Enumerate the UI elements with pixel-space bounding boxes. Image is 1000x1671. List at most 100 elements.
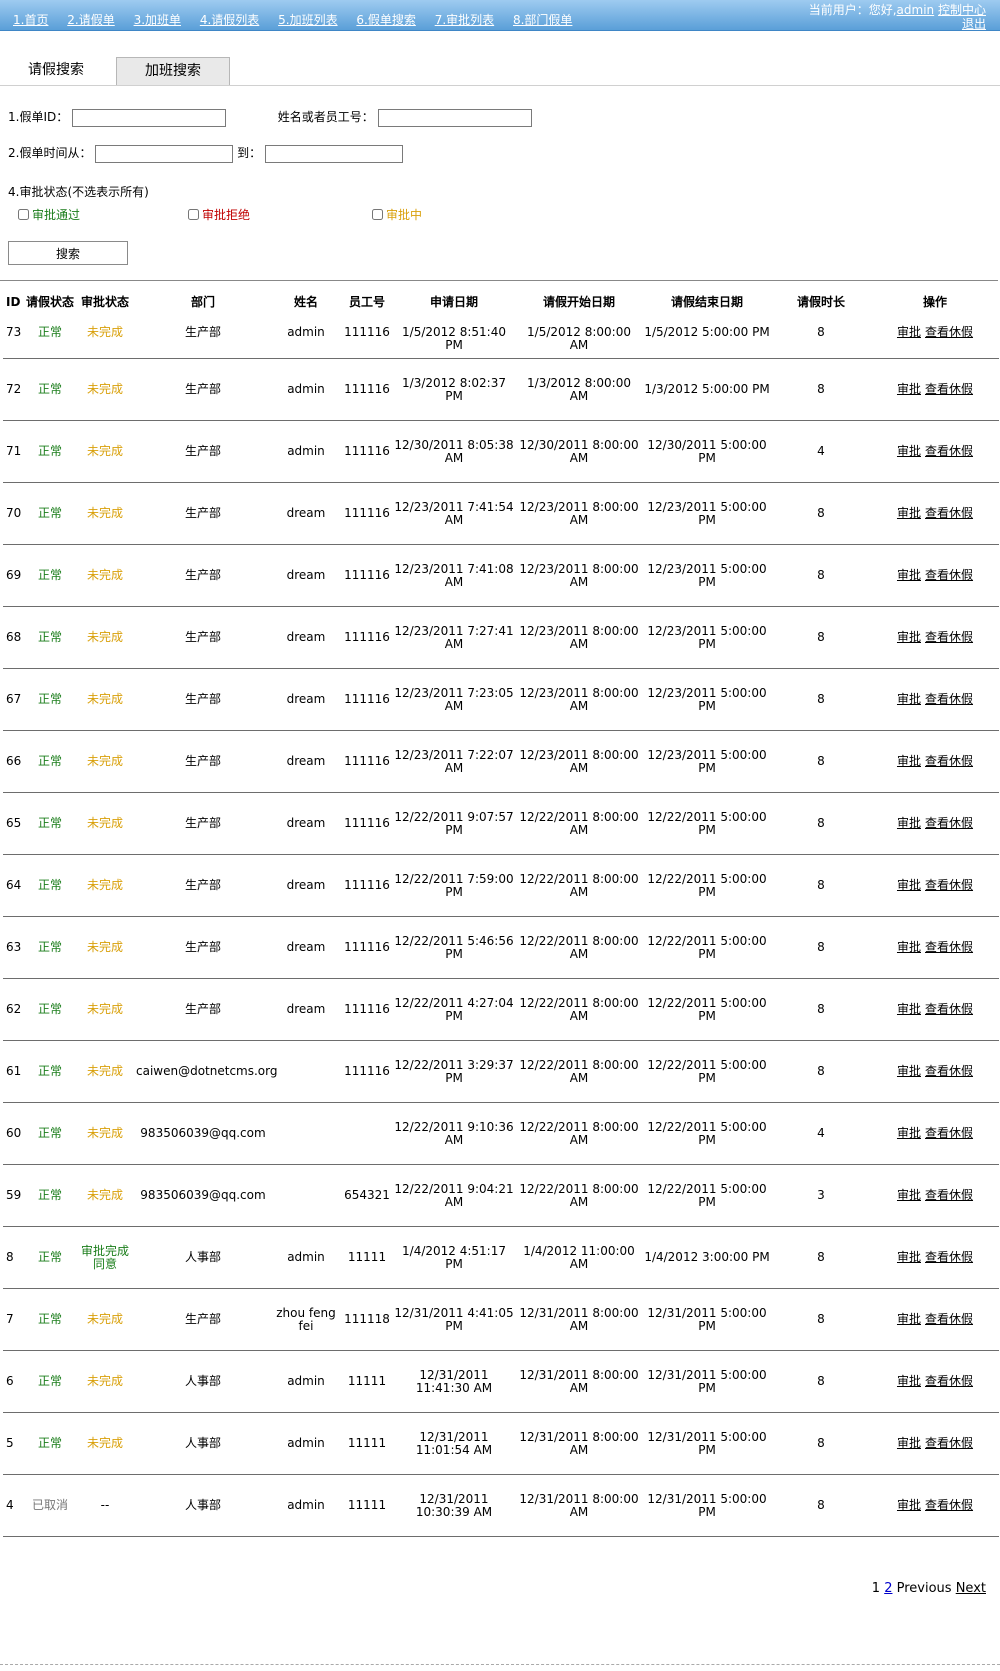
view-leave-link[interactable]: 查看休假 [925, 692, 973, 706]
cell-duration: 8 [771, 1288, 871, 1351]
approve-link[interactable]: 审批 [897, 444, 921, 458]
leave-id-input[interactable] [72, 108, 227, 127]
page-2-link[interactable]: 2 [884, 1581, 892, 1596]
view-leave-link[interactable]: 查看休假 [925, 568, 973, 582]
approve-link[interactable]: 审批 [897, 1126, 921, 1140]
view-leave-link[interactable]: 查看休假 [925, 1436, 973, 1450]
status-ok-option[interactable]: 审批通过 [18, 206, 80, 223]
control-center-link[interactable]: 控制中心 [938, 3, 986, 17]
cell-department: 生产部 [135, 358, 271, 421]
cell-start-date: 12/23/2011 8:00:00 AM [515, 482, 643, 545]
cell-duration: 8 [771, 668, 871, 731]
cell-start-date: 1/5/2012 8:00:00 AM [515, 322, 643, 359]
user-name-link[interactable]: admin [897, 3, 935, 17]
approve-link[interactable]: 审批 [897, 754, 921, 768]
name-input[interactable] [377, 108, 532, 127]
approve-link[interactable]: 审批 [897, 1064, 921, 1078]
view-leave-link[interactable]: 查看休假 [925, 444, 973, 458]
approve-link[interactable]: 审批 [897, 1374, 921, 1388]
cell-id: 72 [3, 358, 25, 421]
cell-actions: 审批 查看休假 [871, 1226, 999, 1289]
approve-link[interactable]: 审批 [897, 1002, 921, 1016]
main-menu: 1.首页 2.请假单 3.加班单 4.请假列表 5.加班列表 6.假单搜索 7.… [13, 11, 587, 28]
view-leave-link[interactable]: 查看休假 [925, 325, 973, 339]
view-leave-link[interactable]: 查看休假 [925, 1374, 973, 1388]
nav-overtime-list[interactable]: 5.加班列表 [278, 13, 337, 27]
cell-start-date: 12/23/2011 8:00:00 AM [515, 544, 643, 607]
cell-leave-status: 正常 [25, 1164, 75, 1227]
view-leave-link[interactable]: 查看休假 [925, 506, 973, 520]
view-leave-link[interactable]: 查看休假 [925, 1188, 973, 1202]
cell-approval-status: 未完成 [75, 358, 135, 421]
approve-link[interactable]: 审批 [897, 1188, 921, 1202]
approve-link[interactable]: 审批 [897, 816, 921, 830]
tab-leave-search[interactable]: 请假搜索 [0, 57, 112, 84]
status-reject-checkbox[interactable] [188, 209, 199, 220]
cell-id: 6 [3, 1350, 25, 1413]
status-pending-checkbox[interactable] [372, 209, 383, 220]
time-to-input[interactable] [264, 144, 403, 163]
cell-name: zhou feng fei [271, 1288, 341, 1351]
nav-approval-list[interactable]: 7.审批列表 [435, 13, 494, 27]
approve-link[interactable]: 审批 [897, 382, 921, 396]
nav-overtime-form[interactable]: 3.加班单 [134, 13, 181, 27]
approve-link[interactable]: 审批 [897, 568, 921, 582]
view-leave-link[interactable]: 查看休假 [925, 1064, 973, 1078]
nav-home[interactable]: 1.首页 [13, 13, 48, 27]
approve-link[interactable]: 审批 [897, 1312, 921, 1326]
cell-employee-no: 111116 [341, 322, 393, 359]
approve-link[interactable]: 审批 [897, 1498, 921, 1512]
cell-leave-status: 正常 [25, 978, 75, 1041]
view-leave-link[interactable]: 查看休假 [925, 630, 973, 644]
nav-leave-list[interactable]: 4.请假列表 [200, 13, 259, 27]
nav-leave-search[interactable]: 6.假单搜索 [356, 13, 415, 27]
view-leave-link[interactable]: 查看休假 [925, 1126, 973, 1140]
name-label: 姓名或者员工号： [277, 110, 374, 124]
cell-employee-no: 11111 [341, 1226, 393, 1289]
view-leave-link[interactable]: 查看休假 [925, 1312, 973, 1326]
logout-link[interactable]: 退出 [962, 17, 986, 31]
view-leave-link[interactable]: 查看休假 [925, 940, 973, 954]
nav-leave-form[interactable]: 2.请假单 [67, 13, 114, 27]
approve-link[interactable]: 审批 [897, 1250, 921, 1264]
cell-end-date: 12/22/2011 5:00:00 PM [643, 1040, 771, 1103]
cell-id: 60 [3, 1102, 25, 1165]
approve-link[interactable]: 审批 [897, 630, 921, 644]
view-leave-link[interactable]: 查看休假 [925, 1250, 973, 1264]
approve-link[interactable]: 审批 [897, 506, 921, 520]
status-reject-option[interactable]: 审批拒绝 [188, 206, 250, 223]
view-leave-link[interactable]: 查看休假 [925, 1002, 973, 1016]
cell-apply-date: 12/31/2011 11:01:54 AM [393, 1412, 515, 1475]
nav-dept-leave[interactable]: 8.部门假单 [513, 13, 572, 27]
cell-employee-no: 11111 [341, 1350, 393, 1413]
view-leave-link[interactable]: 查看休假 [925, 382, 973, 396]
cell-apply-date: 12/22/2011 4:27:04 PM [393, 978, 515, 1041]
view-leave-link[interactable]: 查看休假 [925, 754, 973, 768]
cell-approval-status: 未完成 [75, 978, 135, 1041]
table-row: 71 正常 未完成 生产部 admin 111116 12/30/2011 8:05:38 … [3, 420, 999, 483]
search-button[interactable]: 搜索 [8, 241, 128, 265]
status-pending-option[interactable]: 审批中 [372, 206, 422, 223]
view-leave-link[interactable]: 查看休假 [925, 1498, 973, 1512]
cell-approval-status: 未完成 [75, 1350, 135, 1413]
cell-department: 生产部 [135, 606, 271, 669]
view-leave-link[interactable]: 查看休假 [925, 816, 973, 830]
cell-actions: 审批 查看休假 [871, 322, 999, 359]
cell-employee-no: 11111 [341, 1474, 393, 1537]
header-id: ID [6, 294, 21, 309]
approve-link[interactable]: 审批 [897, 940, 921, 954]
header-duration: 请假时长 [796, 294, 845, 309]
approve-link[interactable]: 审批 [897, 325, 921, 339]
page-next-link[interactable]: Next [956, 1581, 986, 1596]
view-leave-link[interactable]: 查看休假 [925, 878, 973, 892]
cell-department: 人事部 [135, 1474, 271, 1537]
status-ok-checkbox[interactable] [18, 209, 29, 220]
tab-overtime-search[interactable]: 加班搜索 [116, 57, 230, 85]
approve-link[interactable]: 审批 [897, 878, 921, 892]
approve-link[interactable]: 审批 [897, 1436, 921, 1450]
cell-start-date: 12/23/2011 8:00:00 AM [515, 668, 643, 731]
time-from-input[interactable] [95, 144, 234, 163]
cell-id: 71 [3, 420, 25, 483]
approve-link[interactable]: 审批 [897, 692, 921, 706]
cell-name: admin [271, 1474, 341, 1537]
